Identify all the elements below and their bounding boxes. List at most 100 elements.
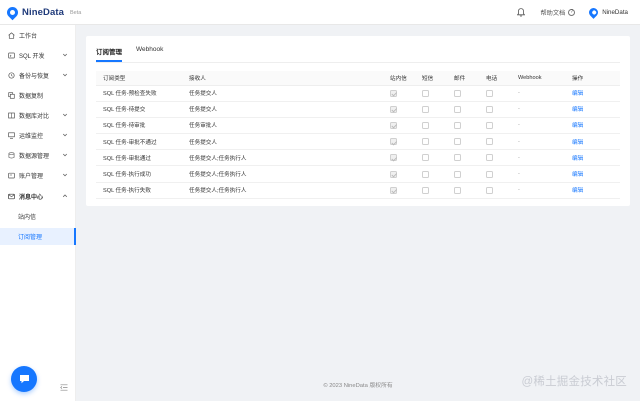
webhook-value: - — [511, 165, 565, 183]
webhook-value: - — [511, 85, 565, 102]
sms-checkbox[interactable] — [422, 89, 429, 97]
site-message-cell — [383, 101, 415, 118]
tab-subscriptions[interactable]: 订阅管理 — [96, 43, 122, 62]
subscription-type: SQL 任务-执行失败 — [96, 182, 182, 199]
tab-webhook[interactable]: Webhook — [136, 43, 163, 62]
sidebar-item-label: 数据库对比 — [19, 114, 50, 120]
email-checkbox[interactable] — [454, 170, 461, 178]
edit-link[interactable]: 编辑 — [565, 149, 620, 167]
sidebar-item-workbench[interactable]: 工作台 — [0, 27, 76, 44]
help-docs-link[interactable]: 帮助文档 ? — [540, 8, 576, 17]
collapse-sidebar-icon[interactable] — [60, 384, 68, 391]
sms-cell — [415, 101, 447, 118]
site-message-checkbox[interactable] — [390, 89, 397, 97]
site-message-checkbox[interactable] — [390, 138, 397, 146]
sidebar-item-message-center[interactable]: 消息中心 — [0, 188, 76, 205]
sidebar-item-label: 备份与恢复 — [19, 74, 50, 80]
sms-cell — [415, 85, 447, 102]
col-header-sms: 短信 — [415, 71, 447, 86]
sms-checkbox[interactable] — [422, 186, 429, 194]
brand-logo[interactable]: NineData Beta — [4, 4, 81, 20]
chat-bubble-icon — [19, 375, 29, 384]
webhook-value: - — [511, 117, 565, 135]
site-message-checkbox[interactable] — [390, 105, 397, 113]
watermark-text: @稀土掘金技术社区 — [521, 376, 627, 388]
email-cell — [447, 182, 479, 199]
sms-checkbox[interactable] — [422, 121, 429, 129]
edit-link[interactable]: 编辑 — [565, 133, 620, 151]
email-checkbox[interactable] — [454, 121, 461, 129]
email-cell — [447, 101, 479, 118]
phone-cell — [479, 101, 511, 118]
chat-support-button[interactable] — [11, 366, 37, 392]
sidebar-item-account[interactable]: 账户管理 — [0, 167, 76, 184]
sidebar-item-ops-monitor[interactable]: 运维监控 — [0, 127, 76, 144]
subscription-type: SQL 任务-预检查失败 — [96, 85, 182, 102]
sidebar-item-sql-dev[interactable]: SQL 开发 — [0, 47, 76, 64]
table-row: SQL 任务-审批通过 任务提交人;任务执行人 - 编辑 — [96, 149, 620, 167]
sidebar-item-backup[interactable]: 备份与恢复 — [0, 67, 76, 84]
table-row: SQL 任务-待提交 任务提交人 - 编辑 — [96, 101, 620, 118]
edit-link[interactable]: 编辑 — [565, 182, 620, 199]
email-checkbox[interactable] — [454, 105, 461, 113]
email-checkbox[interactable] — [454, 89, 461, 97]
sidebar-item-subscriptions[interactable]: 订阅管理 — [0, 228, 76, 245]
phone-checkbox[interactable] — [486, 170, 493, 178]
tab-bar: 订阅管理 Webhook — [96, 43, 177, 62]
phone-checkbox[interactable] — [486, 138, 493, 146]
site-message-checkbox[interactable] — [390, 170, 397, 178]
col-header-receiver: 接收人 — [182, 71, 383, 86]
receiver: 任务审批人 — [182, 117, 383, 135]
edit-link[interactable]: 编辑 — [565, 165, 620, 183]
site-message-checkbox[interactable] — [390, 121, 397, 129]
edit-link[interactable]: 编辑 — [565, 85, 620, 102]
phone-checkbox[interactable] — [486, 105, 493, 113]
edit-link[interactable]: 编辑 — [565, 117, 620, 135]
sidebar-item-datasource[interactable]: 数据源管理 — [0, 147, 76, 164]
sidebar-item-label: 消息中心 — [19, 195, 44, 201]
phone-checkbox[interactable] — [486, 186, 493, 194]
sms-cell — [415, 133, 447, 151]
top-bar: NineData Beta 帮助文档 ? NineData — [0, 0, 640, 25]
phone-cell — [479, 149, 511, 167]
receiver: 任务提交人 — [182, 133, 383, 151]
receiver: 任务提交人;任务执行人 — [182, 149, 383, 167]
subscription-type: SQL 任务-待审批 — [96, 117, 182, 135]
sms-checkbox[interactable] — [422, 105, 429, 113]
table-row: SQL 任务-审批不通过 任务提交人 - 编辑 — [96, 133, 620, 151]
phone-checkbox[interactable] — [486, 89, 493, 97]
phone-checkbox[interactable] — [486, 121, 493, 129]
email-checkbox[interactable] — [454, 138, 461, 146]
sms-checkbox[interactable] — [422, 138, 429, 146]
sidebar-item-site-messages[interactable]: 站内信 — [0, 208, 76, 225]
subscription-type: SQL 任务-审批通过 — [96, 149, 182, 167]
sidebar-item-label: 工作台 — [19, 34, 38, 40]
sidebar: 工作台 SQL 开发 备份与恢复 数据复制 数据库对比 运维监控 数据源管理 账… — [0, 25, 76, 401]
email-checkbox[interactable] — [454, 154, 461, 162]
receiver: 任务提交人 — [182, 85, 383, 102]
chevron-down-icon — [62, 153, 68, 157]
email-checkbox[interactable] — [454, 186, 461, 194]
tab-divider — [96, 62, 620, 63]
email-cell — [447, 165, 479, 183]
sidebar-item-label: SQL 开发 — [19, 54, 45, 60]
webhook-value: - — [511, 133, 565, 151]
subscription-card: 订阅管理 Webhook 订阅类型 接收人 站内信 短信 邮件 电话 Webho… — [86, 36, 630, 206]
sms-checkbox[interactable] — [422, 154, 429, 162]
site-message-checkbox[interactable] — [390, 154, 397, 162]
site-message-checkbox[interactable] — [390, 186, 397, 194]
sidebar-item-replication[interactable]: 数据复制 — [0, 87, 76, 104]
phone-checkbox[interactable] — [486, 154, 493, 162]
sidebar-item-label: 订阅管理 — [18, 235, 43, 241]
bell-icon[interactable] — [517, 8, 526, 17]
chevron-down-icon — [62, 113, 68, 117]
user-menu[interactable]: NineData — [587, 6, 628, 19]
table-header-row: 订阅类型 接收人 站内信 短信 邮件 电话 Webhook 操作 — [96, 71, 620, 86]
edit-link[interactable]: 编辑 — [565, 101, 620, 118]
datasource-icon — [8, 152, 15, 159]
sms-checkbox[interactable] — [422, 170, 429, 178]
sidebar-item-db-compare[interactable]: 数据库对比 — [0, 107, 76, 124]
site-message-cell — [383, 165, 415, 183]
table-row: SQL 任务-执行成功 任务提交人;任务执行人 - 编辑 — [96, 165, 620, 183]
sms-cell — [415, 149, 447, 167]
